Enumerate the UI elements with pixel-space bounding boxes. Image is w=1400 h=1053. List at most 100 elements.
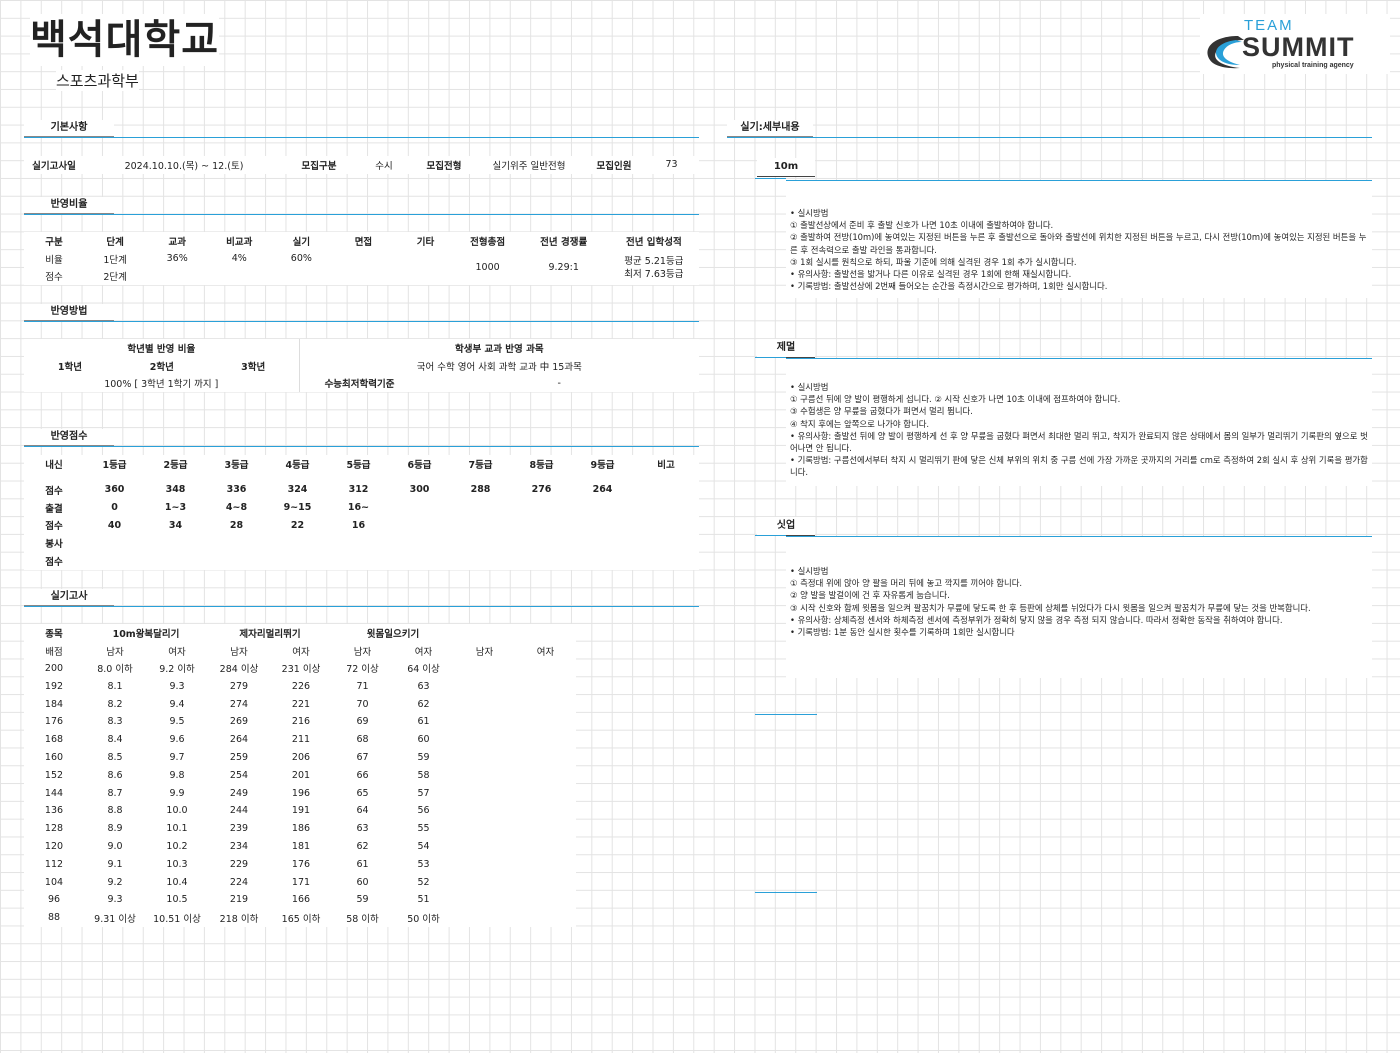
table-cell: 62: [417, 698, 430, 710]
table-cell: 224: [229, 876, 249, 888]
score-cell: 4~8: [225, 502, 248, 514]
ratio-cell: [394, 250, 456, 268]
table-cell: 166: [291, 894, 311, 906]
ratio-cell: 2단계: [103, 272, 127, 284]
table-row: 144 8.7 9.9 249 196 65 57: [24, 784, 576, 802]
score-cell: 출결: [45, 503, 63, 515]
table-row: 88 9.31 이상 10.51 이상 218 이하 165 이하 58 이하 50 이하: [24, 909, 576, 927]
table-cell: 234: [229, 840, 249, 852]
table-cell: 8.5: [107, 751, 123, 763]
sub-header: 여자: [414, 646, 433, 658]
ratio-cell: [332, 250, 394, 268]
logo-tagline: physical training agency: [1272, 62, 1354, 69]
detail-divider: [755, 714, 817, 715]
score-cell: 312: [348, 484, 369, 496]
score-cell: 276: [531, 484, 552, 496]
table-cell: 60: [417, 734, 430, 746]
score-header: 9등급: [590, 460, 615, 471]
section-ratio-line: [24, 214, 699, 215]
table-cell: 10.2: [166, 840, 188, 852]
ratio-cell: [332, 268, 394, 286]
ratio-cell: [394, 268, 456, 286]
table-cell: 57: [417, 787, 430, 799]
table-cell: 274: [229, 698, 249, 710]
table-cell: [454, 909, 515, 927]
table-cell: 216: [291, 716, 311, 728]
table-row: 120 9.0 10.2 234 181 62 54: [24, 838, 576, 856]
table-cell: 192: [44, 680, 64, 692]
table-cell: 239: [229, 823, 249, 835]
ratio-cell: 4%: [231, 253, 247, 265]
score-cell: 봉사: [45, 539, 63, 551]
university-title: 백석대학교: [30, 14, 219, 66]
event-name: 제자리멀리뛰기: [239, 628, 301, 640]
score-cell: [84, 552, 699, 570]
table-cell: [454, 731, 515, 749]
score-header: 1등급: [102, 460, 127, 471]
table-cell: [515, 766, 576, 784]
table-cell: [515, 731, 576, 749]
quota-value: 73: [665, 159, 678, 171]
detail-line: • 기록방법: 1분 동안 실시한 횟수를 기록하며 1회만 실시합니다: [790, 627, 1015, 638]
table-row: 168 8.4 9.6 264 211 68 60: [24, 731, 576, 749]
section-detail: 실기:세부내용: [727, 120, 813, 137]
table-cell: 9.6: [169, 734, 185, 746]
detail-box-situp: • 실시방법 ① 측정대 위에 앉아 양 팔을 머리 뒤에 놓고 깍지를 끼어야…: [786, 536, 1372, 678]
table-cell: 58: [417, 769, 430, 781]
ratio-cell: [208, 268, 270, 286]
table-cell: 249: [229, 787, 249, 799]
ratio-table: 구분 단계 교과 비교과 실기 면접 기타 전형총점 전년 경쟁률 전년 입학성…: [24, 232, 699, 286]
score-cell: 360: [104, 484, 125, 496]
score-cell: 0: [111, 502, 118, 514]
table-cell: 63: [417, 680, 430, 692]
table-cell: 186: [291, 823, 311, 835]
table-cell: 231 이상: [281, 664, 321, 676]
sub-header: 배점: [45, 646, 63, 658]
score-header: 5등급: [346, 460, 371, 471]
table-cell: 59: [356, 894, 369, 906]
sub-header: 남자: [230, 646, 248, 658]
table-cell: [454, 713, 515, 731]
table-row: 112 9.1 10.3 229 176 61 53: [24, 855, 576, 873]
score-cell: [633, 481, 699, 499]
score-header: 비고: [657, 460, 675, 471]
table-cell: 120: [44, 840, 64, 852]
score-header: 6등급: [407, 460, 432, 471]
table-cell: [515, 873, 576, 891]
basic-info-table: 실기고사일 2024.10.10.(목) ~ 12.(토) 모집구분 수시 모집…: [24, 156, 699, 174]
table-cell: 58 이하: [346, 913, 379, 925]
department-subtitle: 스포츠과학부: [56, 70, 139, 91]
score-cell: [389, 499, 699, 517]
table-cell: [454, 802, 515, 820]
event-name: 10m왕복달리기: [112, 628, 180, 640]
table-row: 96 9.3 10.5 219 166 59 51: [24, 891, 576, 909]
year-ratio-value: 100% [ 3학년 1학기 까지 ]: [104, 379, 219, 391]
ratio-header: 전형총점: [470, 236, 506, 248]
score-cell: [84, 534, 699, 552]
table-cell: 168: [44, 734, 64, 746]
table-cell: 65: [356, 787, 369, 799]
detail-tab-10m: 10m: [757, 158, 815, 177]
table-cell: 128: [44, 823, 64, 835]
table-cell: 181: [291, 840, 311, 852]
detail-line: ③ 시작 신호와 함께 윗몸을 일으켜 팔꿈치가 무릎에 닿도록 한 후 등판에…: [790, 602, 1311, 613]
score-header: 8등급: [529, 460, 554, 471]
table-cell: 9.31 이상: [94, 913, 136, 925]
detail-box-jump: • 실시방법 ① 구름선 뒤에 양 발이 평행하게 섭니다. ② 시작 신호가 …: [786, 358, 1372, 486]
table-cell: 196: [291, 787, 311, 799]
sub-header: 여자: [292, 646, 310, 658]
table-cell: [515, 820, 576, 838]
table-cell: 9.0: [107, 840, 123, 852]
table-cell: 254: [229, 769, 249, 781]
score-cell: 34: [168, 519, 183, 531]
table-row: 184 8.2 9.4 274 221 70 62: [24, 695, 576, 713]
ratio-grades: 평균 5.21등급 최저 7.63등급: [609, 250, 699, 286]
year-ratio-title: 학년별 반영 비율: [127, 343, 196, 355]
score-cell: 324: [287, 484, 308, 496]
table-row: 104 9.2 10.4 224 171 60 52: [24, 873, 576, 891]
score-cell: 1~3: [164, 502, 187, 514]
score-cell: 336: [226, 484, 247, 496]
table-cell: 10.0: [166, 805, 188, 817]
table-cell: [454, 820, 515, 838]
table-cell: 211: [291, 734, 311, 746]
